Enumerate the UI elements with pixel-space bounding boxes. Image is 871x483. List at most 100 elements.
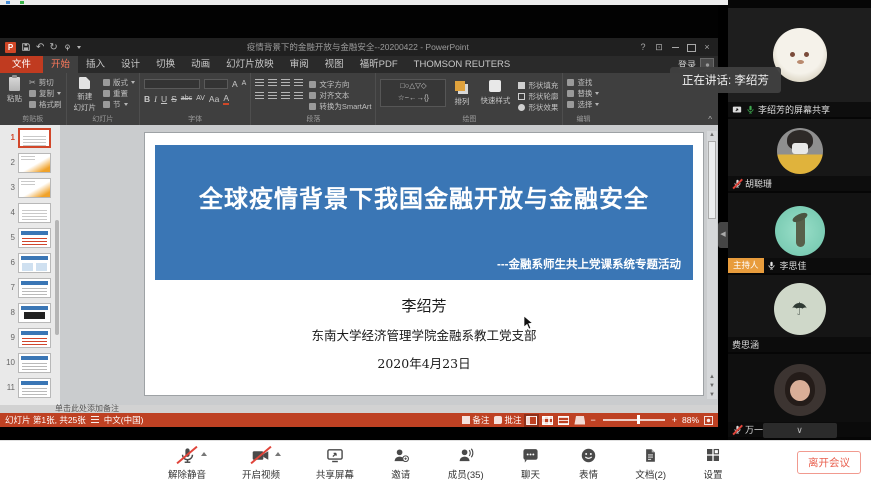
touch-mode-icon[interactable] xyxy=(63,43,72,52)
normal-view-button[interactable] xyxy=(526,416,537,425)
cut-button[interactable]: ✂ 剪切 xyxy=(29,78,62,87)
character-spacing-button[interactable]: AV xyxy=(196,94,205,104)
shape-fill-button[interactable]: 形状填充 xyxy=(518,81,558,90)
slide-sorter-view-button[interactable] xyxy=(542,416,553,425)
emoji-button[interactable]: 表情 xyxy=(577,445,599,481)
align-right-icon[interactable] xyxy=(281,92,290,100)
vertical-scrollbar[interactable]: ▲ ▲ ▼ ▼ xyxy=(707,131,717,399)
documents-button[interactable]: 文档(2) xyxy=(635,445,666,481)
tab-design[interactable]: 设计 xyxy=(113,56,148,73)
align-left-icon[interactable] xyxy=(255,92,264,100)
text-direction-button[interactable]: 文字方向 xyxy=(309,80,371,89)
comments-toggle-button[interactable]: 批注 xyxy=(494,414,521,426)
start-video-button[interactable]: 开启视频 xyxy=(242,445,280,481)
notes-toggle-button[interactable]: 备注 xyxy=(462,414,489,426)
undo-icon[interactable]: ↶ xyxy=(36,42,44,53)
reset-button[interactable]: 重置 xyxy=(103,89,135,98)
font-size-select[interactable] xyxy=(204,79,228,89)
notes-placeholder[interactable]: 单击此处添加备注 xyxy=(55,405,119,413)
participant-tile[interactable]: 胡聪珊 xyxy=(728,119,871,191)
font-name-select[interactable] xyxy=(144,79,200,89)
italic-button[interactable]: I xyxy=(154,94,157,104)
tab-view[interactable]: 视图 xyxy=(317,56,352,73)
bullets-icon[interactable] xyxy=(255,79,264,87)
previous-slide-icon[interactable]: ▲ xyxy=(707,373,717,381)
zoom-slider[interactable] xyxy=(603,419,665,421)
invite-button[interactable]: 邀请 xyxy=(390,445,412,481)
tab-review[interactable]: 审阅 xyxy=(282,56,317,73)
share-screen-button[interactable]: 共享屏幕 xyxy=(316,445,354,481)
format-painter-button[interactable]: 格式刷 xyxy=(29,100,62,109)
scroll-down-icon[interactable]: ▼ xyxy=(707,391,717,399)
next-slide-icon[interactable]: ▼ xyxy=(707,382,717,390)
select-button[interactable]: 选择 xyxy=(567,100,599,109)
arrange-button[interactable]: 排列 xyxy=(451,79,472,114)
slide-thumbnail-6[interactable]: 6 xyxy=(0,250,60,275)
shrink-font-button[interactable]: A xyxy=(242,79,247,89)
slide-editor[interactable]: 全球疫情背景下我国金融开放与金融安全 ---金融系师生共上党课系统专题活动 李绍… xyxy=(145,133,703,395)
slide-thumbnail-10[interactable]: 10 xyxy=(0,350,60,375)
help-button[interactable]: ? xyxy=(635,39,651,55)
leave-meeting-button[interactable]: 离开会议 xyxy=(797,451,861,474)
zoom-slider-thumb[interactable] xyxy=(637,415,640,424)
underline-button[interactable]: U xyxy=(161,94,167,104)
find-button[interactable]: 查找 xyxy=(567,78,599,87)
minimize-button[interactable] xyxy=(667,39,683,55)
convert-smartart-button[interactable]: 转换为SmartArt xyxy=(309,102,371,111)
font-color-button[interactable]: A xyxy=(223,93,229,105)
notes-bar[interactable]: 单击此处添加备注 xyxy=(0,405,718,413)
participant-tile-host[interactable]: 主持人 李思佳 xyxy=(728,193,871,273)
align-text-button[interactable]: 对齐文本 xyxy=(309,91,371,100)
chat-button[interactable]: 聊天 xyxy=(520,445,542,481)
replace-button[interactable]: 替换 xyxy=(567,89,599,98)
sidebar-expand-handle[interactable]: ◀ xyxy=(718,222,728,248)
save-icon[interactable] xyxy=(21,42,31,52)
shapes-gallery[interactable]: □○△▽◇ ☆~←→{} xyxy=(380,79,446,107)
bold-button[interactable]: B xyxy=(144,94,150,104)
members-button[interactable]: 成员(35) xyxy=(448,445,484,481)
reading-view-button[interactable] xyxy=(558,416,569,425)
collapse-participants-button[interactable]: ∨ xyxy=(763,423,837,438)
slideshow-view-button[interactable] xyxy=(574,416,585,425)
fit-to-window-icon[interactable] xyxy=(704,416,713,425)
strikethrough-button[interactable]: S xyxy=(171,94,177,104)
slide-thumbnail-1[interactable]: 1 xyxy=(0,125,60,150)
thumbnail-scrollbar[interactable] xyxy=(55,220,59,335)
unmute-button[interactable]: 解除静音 xyxy=(168,445,206,481)
tab-foxit-pdf[interactable]: 福昕PDF xyxy=(352,56,406,73)
tab-slideshow[interactable]: 幻灯片放映 xyxy=(218,56,282,73)
slide-thumbnail-5[interactable]: 5 xyxy=(0,225,60,250)
grow-font-button[interactable]: A xyxy=(232,79,238,89)
tab-thomson-reuters[interactable]: THOMSON REUTERS xyxy=(406,56,519,73)
shape-effects-button[interactable]: 形状效果 xyxy=(518,103,558,112)
participant-tile[interactable]: ☂ 费思涵 xyxy=(728,275,871,352)
slide-thumbnail-3[interactable]: 3 xyxy=(0,175,60,200)
section-button[interactable]: 节 xyxy=(103,100,135,109)
zoom-out-button[interactable]: − xyxy=(590,415,595,425)
text-shadow-button[interactable]: abc xyxy=(181,94,192,104)
language-indicator[interactable]: 中文(中国) xyxy=(104,414,144,426)
close-button[interactable]: × xyxy=(699,39,715,55)
paste-button[interactable]: 粘贴 xyxy=(4,76,25,114)
tab-file[interactable]: 文件 xyxy=(0,56,43,73)
tab-home[interactable]: 开始 xyxy=(43,56,78,73)
slide-thumbnail-9[interactable]: 9 xyxy=(0,325,60,350)
settings-button[interactable]: 设置 xyxy=(702,445,724,481)
zoom-in-button[interactable]: + xyxy=(672,415,677,425)
align-center-icon[interactable] xyxy=(268,92,277,100)
numbering-icon[interactable] xyxy=(268,79,277,87)
decrease-indent-icon[interactable] xyxy=(281,79,290,87)
video-options-caret[interactable] xyxy=(275,452,281,456)
redo-icon[interactable]: ↻ xyxy=(49,42,57,53)
collapse-ribbon-button[interactable]: ^ xyxy=(708,115,712,124)
tab-transitions[interactable]: 切换 xyxy=(148,56,183,73)
participant-tile-screen-share[interactable]: 李绍芳的屏幕共享 xyxy=(728,8,871,117)
shape-outline-button[interactable]: 形状轮廓 xyxy=(518,92,558,101)
ribbon-options-button[interactable]: ⊡ xyxy=(651,39,667,55)
tab-animations[interactable]: 动画 xyxy=(183,56,218,73)
slide-thumbnail-2[interactable]: 2 xyxy=(0,150,60,175)
copy-button[interactable]: 复制 xyxy=(29,89,62,98)
zoom-percentage[interactable]: 88% xyxy=(682,415,699,425)
quick-styles-button[interactable]: 快速样式 xyxy=(477,79,513,114)
new-slide-button[interactable]: 新建 幻灯片 xyxy=(71,76,100,114)
